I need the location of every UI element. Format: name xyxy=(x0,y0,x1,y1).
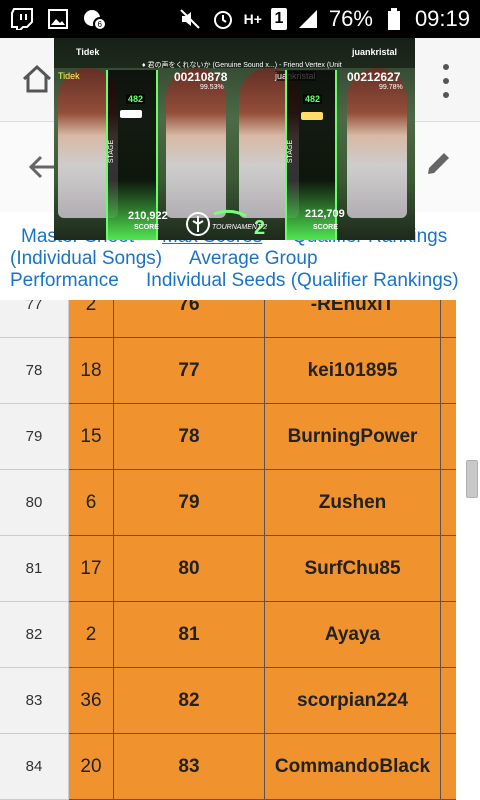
logo-text: TOURNAMENT 2 xyxy=(212,224,268,231)
clock: 09:19 xyxy=(414,6,470,31)
seed-cell[interactable]: 17 xyxy=(69,536,114,602)
score-label-left: SCORE xyxy=(134,224,159,231)
rankings-table: 77 2 76 -REnuxIT 78 18 77 kei101895 79 15 78 Burnin… xyxy=(0,300,480,800)
alarm-icon xyxy=(211,7,235,31)
svg-text:6: 6 xyxy=(98,20,103,29)
table-row: 77 2 76 -REnuxIT xyxy=(0,300,480,338)
stage-label-right: STAGE xyxy=(287,139,295,164)
network-type: H+ xyxy=(243,11,262,27)
accuracy-right: 99.78% xyxy=(379,84,403,91)
extra-cell[interactable] xyxy=(441,338,456,404)
link-individual-seeds[interactable]: Individual Seeds (Qualifier Rankings) xyxy=(146,270,459,292)
sim-icon: 1 xyxy=(270,8,287,30)
row-number[interactable]: 81 xyxy=(0,536,69,602)
group-cell[interactable]: 83 xyxy=(114,734,265,800)
seed-cell[interactable]: 2 xyxy=(69,300,114,338)
extra-cell[interactable] xyxy=(441,470,456,536)
player-name-cell[interactable]: Ayaya xyxy=(265,602,441,668)
player-name-cell[interactable]: Zushen xyxy=(265,470,441,536)
extra-cell[interactable] xyxy=(441,404,456,470)
final-score-right: 212,709 xyxy=(305,208,345,220)
extra-cell[interactable] xyxy=(441,668,456,734)
group-cell[interactable]: 77 xyxy=(114,338,265,404)
mute-icon xyxy=(178,7,202,31)
edit-icon[interactable] xyxy=(424,148,454,182)
table-row: 80 6 79 Zushen xyxy=(0,470,480,536)
home-icon[interactable] xyxy=(20,62,54,96)
notification-icon: 6 xyxy=(82,7,106,31)
accuracy-left: 99.53% xyxy=(200,84,224,91)
table-row: 82 2 81 Ayaya xyxy=(0,602,480,668)
group-cell[interactable]: 82 xyxy=(114,668,265,734)
image-icon xyxy=(46,7,70,31)
table-row: 84 20 83 CommandoBlack xyxy=(0,734,480,800)
seed-cell[interactable]: 18 xyxy=(69,338,114,404)
player-name-cell[interactable]: scorpian224 xyxy=(265,668,441,734)
extra-cell[interactable] xyxy=(441,734,456,800)
seed-cell[interactable]: 20 xyxy=(69,734,114,800)
table-row: 79 15 78 BurningPower xyxy=(0,404,480,470)
extra-cell[interactable] xyxy=(441,602,456,668)
sim-number: 1 xyxy=(274,10,284,27)
group-cell[interactable]: 78 xyxy=(114,404,265,470)
player-name-cell[interactable]: SurfChu85 xyxy=(265,536,441,602)
battery-icon xyxy=(382,7,406,31)
link-individual-songs[interactable]: (Individual Songs) xyxy=(10,248,162,270)
combo-left: 482 xyxy=(126,94,146,104)
seed-cell[interactable]: 36 xyxy=(69,668,114,734)
score-left: 00210878 xyxy=(174,70,228,84)
score-label-right: SCORE xyxy=(313,224,338,231)
twitch-icon xyxy=(10,7,34,31)
row-number[interactable]: 78 xyxy=(0,338,69,404)
link-performance[interactable]: Performance xyxy=(10,270,119,292)
seed-cell[interactable]: 15 xyxy=(69,404,114,470)
row-number[interactable]: 80 xyxy=(0,470,69,536)
more-icon[interactable] xyxy=(436,64,456,98)
note xyxy=(301,112,323,120)
extra-cell[interactable] xyxy=(441,300,456,338)
scrollbar-thumb[interactable] xyxy=(466,460,478,498)
group-cell[interactable]: 79 xyxy=(114,470,265,536)
status-bar: 6 H+ 1 76% 09:19 xyxy=(0,0,480,38)
signal-icon xyxy=(296,7,320,31)
player-name-cell[interactable]: -REnuxIT xyxy=(265,300,441,338)
video-player[interactable]: Tidek juankristal ♦ 君の声をくれないか (Genuine S… xyxy=(54,38,415,240)
row-number[interactable]: 84 xyxy=(0,734,69,800)
seed-cell[interactable]: 2 xyxy=(69,602,114,668)
battery-percent: 76% xyxy=(328,6,373,31)
row-number[interactable]: 82 xyxy=(0,602,69,668)
score-right: 00212627 xyxy=(347,70,401,84)
table-row: 78 18 77 kei101895 xyxy=(0,338,480,404)
row-number[interactable]: 83 xyxy=(0,668,69,734)
row-number[interactable]: 77 xyxy=(0,300,69,338)
group-cell[interactable]: 80 xyxy=(114,536,265,602)
seed-cell[interactable]: 6 xyxy=(69,470,114,536)
player-name-cell[interactable]: BurningPower xyxy=(265,404,441,470)
player-name-cell[interactable]: CommandoBlack xyxy=(265,734,441,800)
table-row: 83 36 82 scorpian224 xyxy=(0,668,480,734)
final-score-left: 210,922 xyxy=(128,210,168,222)
player-name-cell[interactable]: kei101895 xyxy=(265,338,441,404)
stage-label-left: STAGE xyxy=(108,139,116,164)
group-cell[interactable]: 76 xyxy=(114,300,265,338)
link-average-group[interactable]: Average Group xyxy=(189,248,318,270)
combo-right: 482 xyxy=(303,94,323,104)
tournament-logo: 2 TOURNAMENT 2 xyxy=(186,206,276,240)
screen: 6 H+ 1 76% 09:19 Master (Individual Song… xyxy=(0,0,480,800)
row-number[interactable]: 79 xyxy=(0,404,69,470)
note xyxy=(120,110,142,118)
group-cell[interactable]: 81 xyxy=(114,602,265,668)
table-row: 81 17 80 SurfChu85 xyxy=(0,536,480,602)
extra-cell[interactable] xyxy=(441,536,456,602)
player-left-tag: Tidek xyxy=(58,71,80,81)
